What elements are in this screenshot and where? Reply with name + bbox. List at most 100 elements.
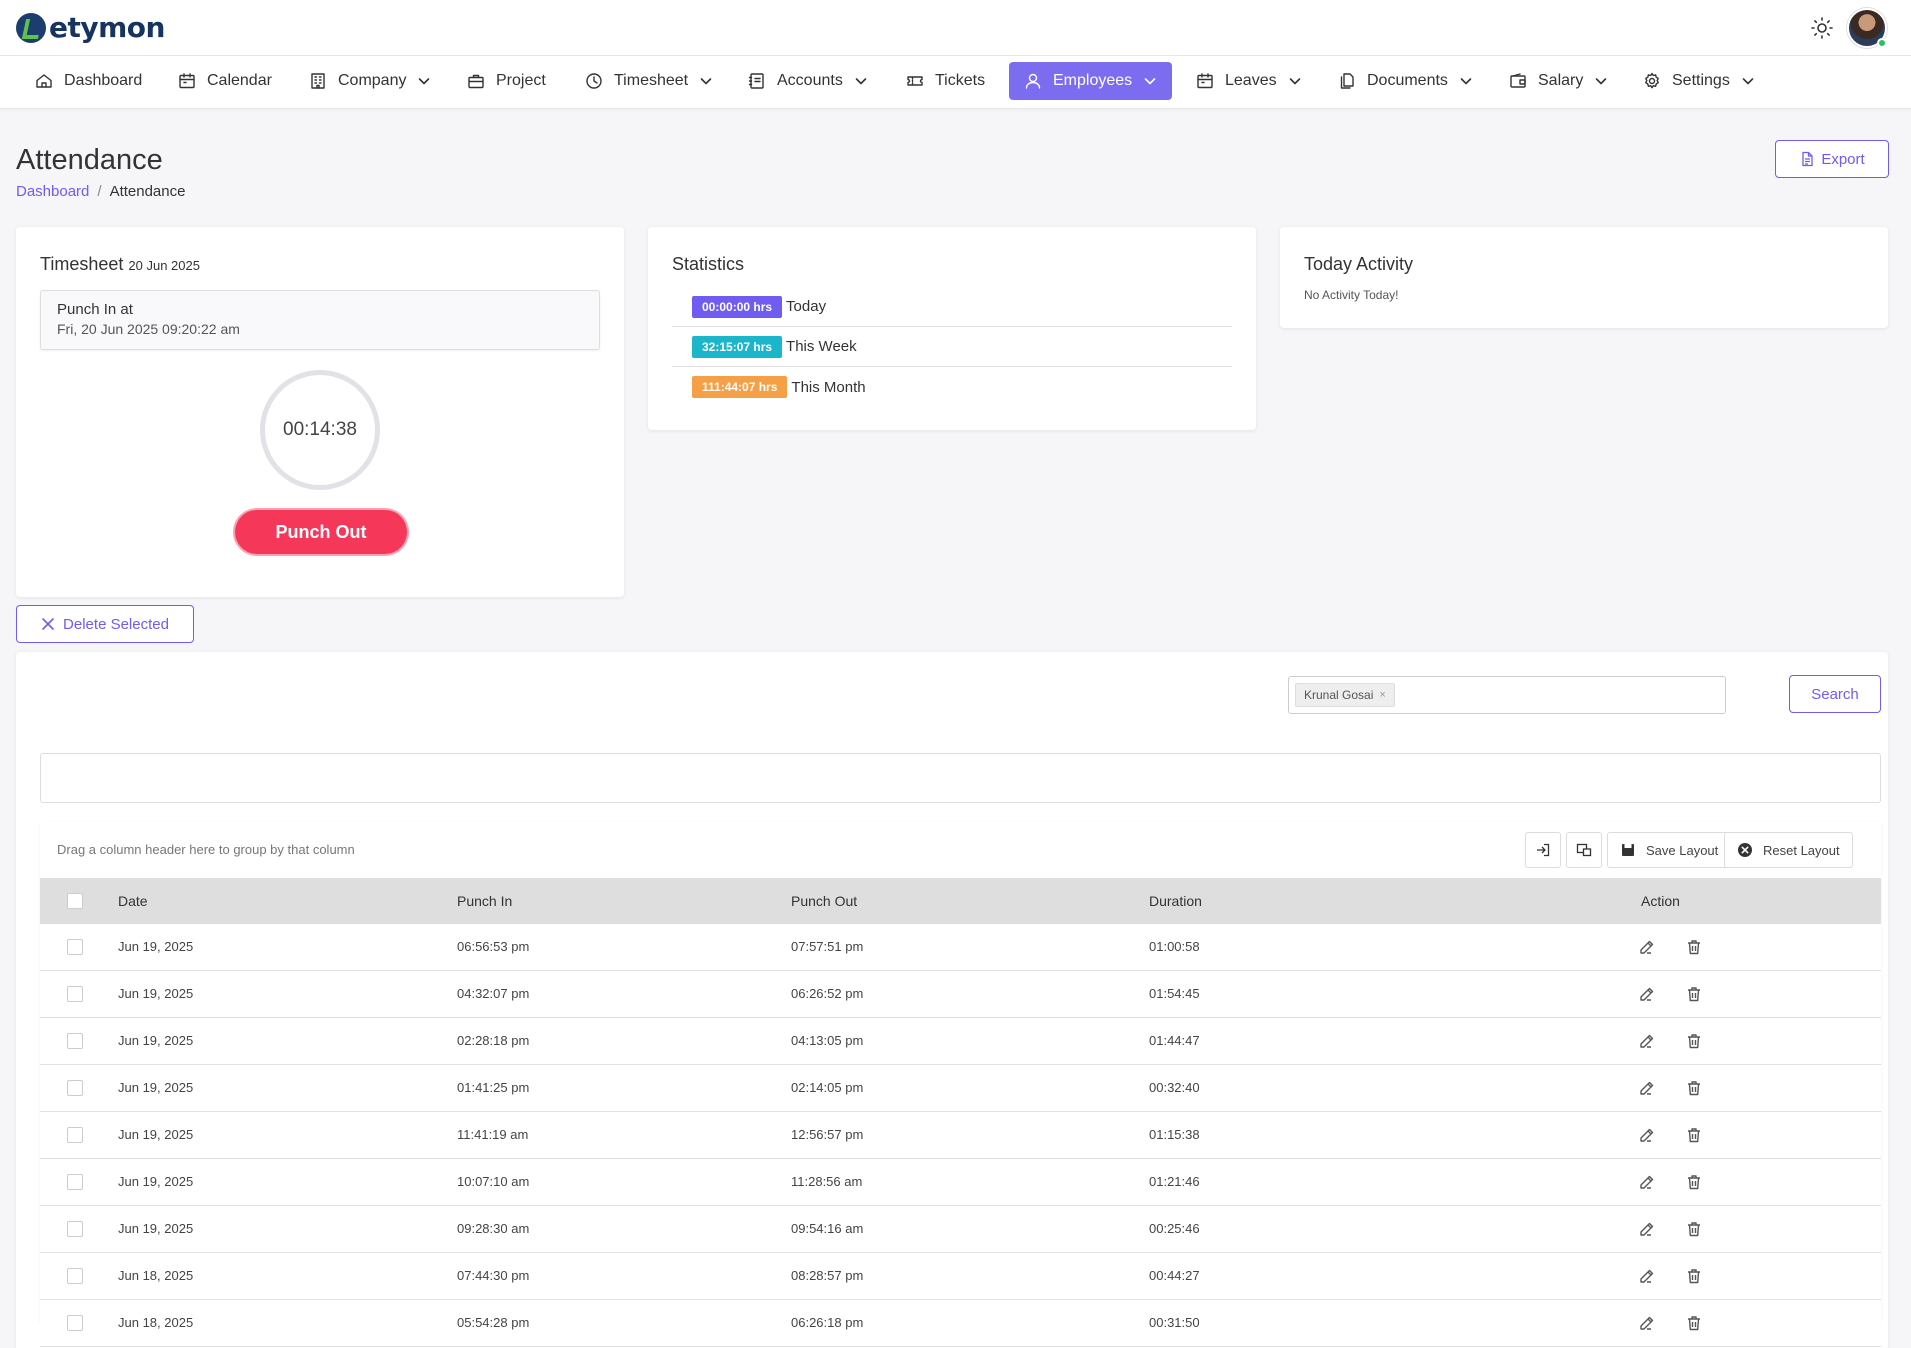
nav-item-documents[interactable]: Documents — [1323, 62, 1488, 100]
trash-icon[interactable] — [1684, 1078, 1704, 1098]
trash-icon[interactable] — [1684, 1313, 1704, 1333]
logo-mark-icon — [16, 12, 46, 43]
table-row[interactable]: Jun 19, 2025 11:41:19 am 12:56:57 pm 01:15:… — [40, 1112, 1881, 1159]
export-grid-icon — [1537, 843, 1550, 857]
employee-filter-input[interactable]: Krunal Gosai × — [1288, 676, 1726, 714]
trash-icon[interactable] — [1684, 1125, 1704, 1145]
timesheet-date: 20 Jun 2025 — [128, 258, 200, 273]
cell-date: Jun 19, 2025 — [118, 1033, 194, 1048]
nav-item-settings[interactable]: Settings — [1628, 62, 1770, 100]
nav-item-label: Employees — [1053, 72, 1133, 89]
nav-item-salary[interactable]: Salary — [1494, 62, 1623, 100]
nav-item-tickets[interactable]: Tickets — [891, 62, 999, 100]
edit-icon[interactable] — [1637, 984, 1657, 1004]
cell-punch-in: 01:41:25 pm — [457, 1080, 530, 1095]
edit-icon[interactable] — [1637, 937, 1657, 957]
statistics-row: 111:44:07 hrs This Month — [672, 367, 1232, 407]
punch-in-value: Fri, 20 Jun 2025 09:20:22 am — [57, 321, 240, 337]
edit-icon[interactable] — [1637, 1172, 1657, 1192]
trash-icon[interactable] — [1684, 937, 1704, 957]
statistics-period-label: This Month — [791, 378, 866, 396]
breadcrumb-dashboard-link[interactable]: Dashboard — [16, 183, 89, 200]
cell-date: Jun 19, 2025 — [118, 986, 194, 1001]
cell-duration: 01:15:38 — [1149, 1127, 1200, 1142]
row-checkbox[interactable] — [67, 1268, 83, 1284]
edit-icon[interactable] — [1637, 1266, 1657, 1286]
cell-punch-out: 07:57:51 pm — [791, 939, 864, 954]
delete-selected-label: Delete Selected — [63, 615, 169, 633]
column-header-punch-in[interactable]: Punch In — [457, 878, 512, 924]
nav-item-label: Leaves — [1225, 72, 1277, 89]
search-button[interactable]: Search — [1789, 675, 1881, 713]
statistics-title: Statistics — [672, 254, 745, 274]
column-chooser-button[interactable] — [1566, 832, 1602, 868]
documents-icon — [1340, 73, 1354, 89]
brand-name: etymon — [49, 11, 165, 44]
filter-bar[interactable] — [40, 753, 1881, 803]
row-checkbox[interactable] — [67, 1127, 83, 1143]
table-row[interactable]: Jun 19, 2025 02:28:18 pm 04:13:05 pm 01:44:… — [40, 1018, 1881, 1065]
row-checkbox[interactable] — [67, 1174, 83, 1190]
punch-out-button[interactable]: Punch Out — [235, 510, 407, 554]
table-row[interactable]: Jun 18, 2025 07:44:30 pm 08:28:57 pm 00:44:… — [40, 1253, 1881, 1300]
cell-date: Jun 18, 2025 — [118, 1315, 194, 1330]
row-checkbox[interactable] — [67, 986, 83, 1002]
trash-icon[interactable] — [1684, 1219, 1704, 1239]
edit-icon[interactable] — [1637, 1313, 1657, 1333]
nav-item-employees[interactable]: Employees — [1009, 62, 1173, 100]
trash-icon[interactable] — [1684, 1266, 1704, 1286]
chevron-down-icon — [419, 78, 430, 85]
trash-icon[interactable] — [1684, 1031, 1704, 1051]
column-header-punch-out[interactable]: Punch Out — [791, 878, 857, 924]
wallet-icon — [1510, 73, 1526, 88]
column-chooser-icon — [1576, 843, 1592, 857]
column-header-action: Action — [1641, 893, 1680, 909]
row-checkbox[interactable] — [67, 1033, 83, 1049]
edit-icon[interactable] — [1637, 1031, 1657, 1051]
column-header-duration[interactable]: Duration — [1149, 878, 1202, 924]
row-checkbox[interactable] — [67, 1221, 83, 1237]
nav-item-leaves[interactable]: Leaves — [1181, 62, 1317, 100]
row-checkbox[interactable] — [67, 939, 83, 955]
home-icon — [36, 74, 52, 88]
nav-item-accounts[interactable]: Accounts — [733, 62, 883, 100]
theme-toggle-icon[interactable] — [1810, 16, 1834, 40]
table-row[interactable]: Jun 19, 2025 01:41:25 pm 02:14:05 pm 00:32:… — [40, 1065, 1881, 1112]
trash-icon[interactable] — [1684, 984, 1704, 1004]
row-checkbox[interactable] — [67, 1080, 83, 1096]
nav-item-timesheet[interactable]: Timesheet — [570, 62, 728, 100]
row-checkbox[interactable] — [67, 1315, 83, 1331]
chip-remove-icon[interactable]: × — [1379, 689, 1385, 701]
select-all-checkbox[interactable] — [67, 893, 83, 909]
nav-item-dashboard[interactable]: Dashboard — [20, 62, 156, 100]
delete-selected-button[interactable]: Delete Selected — [16, 605, 194, 643]
edit-icon[interactable] — [1637, 1078, 1657, 1098]
breadcrumb-current: Attendance — [109, 183, 186, 200]
table-row[interactable]: Jun 18, 2025 05:54:28 pm 06:26:18 pm 00:31:… — [40, 1300, 1881, 1347]
cell-punch-in: 04:32:07 pm — [457, 986, 530, 1001]
employee-chip[interactable]: Krunal Gosai × — [1295, 683, 1395, 707]
timesheet-title-text: Timesheet — [40, 254, 124, 274]
edit-icon[interactable] — [1637, 1125, 1657, 1145]
save-layout-button[interactable]: Save Layout — [1607, 832, 1732, 868]
table-row[interactable]: Jun 19, 2025 10:07:10 am 11:28:56 am 01:21:… — [40, 1159, 1881, 1206]
export-button[interactable]: Export — [1775, 140, 1889, 178]
nav-item-label: Salary — [1538, 72, 1584, 89]
edit-icon[interactable] — [1637, 1219, 1657, 1239]
table-row[interactable]: Jun 19, 2025 09:28:30 am 09:54:16 am 00:25:… — [40, 1206, 1881, 1253]
chevron-down-icon — [855, 78, 867, 85]
user-icon — [1025, 73, 1041, 89]
statistics-card: Statistics 00:00:00 hrs Today 32:15:07 hrs… — [648, 227, 1256, 430]
table-row[interactable]: Jun 19, 2025 04:32:07 pm 06:26:52 pm 01:54:… — [40, 971, 1881, 1018]
table-row[interactable]: Jun 19, 2025 06:56:53 pm 07:57:51 pm 01:00:… — [40, 924, 1881, 971]
column-header-date[interactable]: Date — [118, 878, 148, 924]
cell-date: Jun 19, 2025 — [118, 1127, 194, 1142]
export-grid-button[interactable] — [1525, 832, 1561, 868]
nav-item-project[interactable]: Project — [452, 62, 560, 100]
reset-layout-button[interactable]: Reset Layout — [1724, 832, 1853, 868]
nav-item-company[interactable]: Company — [294, 62, 446, 100]
brand-logo[interactable]: etymon — [16, 11, 165, 44]
nav-item-calendar[interactable]: Calendar — [163, 62, 286, 100]
trash-icon[interactable] — [1684, 1172, 1704, 1192]
work-timer: 00:14:38 — [260, 370, 380, 490]
